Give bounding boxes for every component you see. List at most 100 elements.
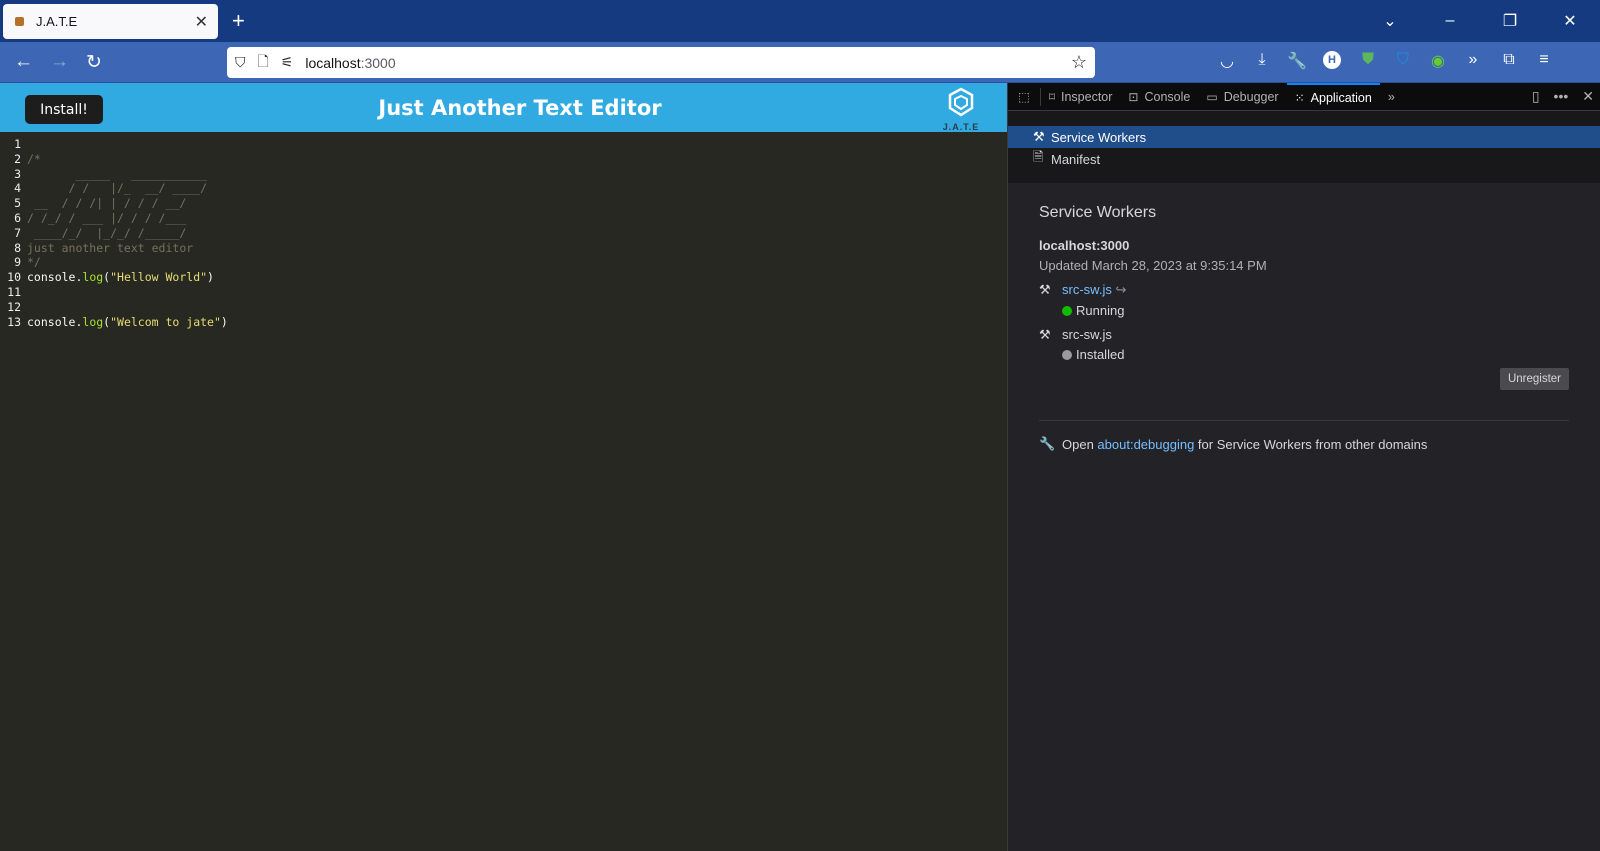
tab-debugger[interactable]: ▭ Debugger — [1198, 83, 1286, 111]
code-token: ) — [207, 270, 214, 285]
file-icon: 🗎 — [1033, 149, 1044, 164]
service-workers-page: Service Workers localhost:3000 Updated M… — [1008, 183, 1600, 452]
logo-caption: J.A.T.E — [942, 122, 980, 132]
menu-icon[interactable]: ≡ — [1534, 51, 1554, 69]
code-editor[interactable]: 1 2/* 3 _____ ___________ 4 / / |/_ __/ ___… — [0, 132, 1007, 329]
code-token: log — [82, 270, 104, 285]
code-line: 11 — [0, 285, 1007, 300]
about-debugging-link[interactable]: about:debugging — [1097, 437, 1194, 452]
page-title: Service Workers — [1039, 204, 1157, 221]
tab-inspector[interactable]: ⌑ Inspector — [1041, 83, 1121, 111]
extension-h-icon[interactable]: H — [1323, 51, 1341, 69]
code-line: 8 just another text editor — [0, 241, 1007, 256]
devtools-panel: ⬚ ⌑ Inspector ⊡ Console ▭ Debugger ⁙ Applica… — [1007, 82, 1600, 851]
tab-label: Inspector — [1060, 89, 1113, 104]
unregister-button[interactable]: Unregister — [1499, 368, 1569, 390]
code-line: 13 console. log("Welcom to jate") — [0, 315, 1007, 330]
application-sidebar: ⚒ Service Workers 🗎 Manifest — [1008, 111, 1600, 183]
code-line: 3 _____ ___________ — [0, 167, 1007, 182]
code-line: 4 / / |/_ __/ ____/ — [0, 181, 1007, 196]
line-number: 4 — [14, 181, 21, 196]
url-bar[interactable]: ⛉ 🗋 ⚟ localhost:3000 ☆ — [227, 47, 1095, 78]
worker-entry: ⚒ src-sw.js ↪ Running — [1039, 282, 1569, 318]
browser-tab[interactable]: J.A.T.E ✕ — [3, 4, 218, 39]
list-tabs-icon[interactable]: ⌄ — [1360, 11, 1420, 31]
permissions-icon[interactable]: ⚟ — [281, 54, 294, 71]
code-token: "Hellow World" — [110, 270, 208, 285]
code-token: console. — [27, 270, 83, 285]
shield-icon[interactable]: ⛉ — [235, 54, 246, 71]
more-options-icon[interactable]: ••• — [1554, 88, 1569, 105]
page-icon[interactable]: 🗋 — [258, 51, 269, 75]
updated-timestamp: Updated March 28, 2023 at 9:35:14 PM — [1039, 258, 1267, 273]
bookmark-star-icon[interactable]: ☆ — [1071, 52, 1087, 73]
sidebar-item-manifest[interactable]: 🗎 Manifest — [1008, 148, 1600, 170]
element-picker-icon[interactable]: ⬚ — [1008, 87, 1041, 106]
line-number: 7 — [14, 225, 21, 240]
pocket-icon[interactable]: ◡ — [1217, 51, 1237, 71]
url-port: :3000 — [360, 54, 396, 71]
close-devtools-icon[interactable]: ✕ — [1582, 88, 1594, 105]
code-token: ____/_/ |_/_/ /_____/ — [27, 225, 187, 240]
nav-bar: ← → ↻ ⛉ 🗋 ⚟ localhost:3000 ☆ ◡ ⤓ 🔧 H ⛊ ⛉… — [0, 42, 1600, 83]
debugger-icon: ▭ — [1206, 89, 1218, 104]
restore-icon[interactable]: ❐ — [1480, 11, 1540, 31]
tab-strip: J.A.T.E ✕ + ⌄ – ❐ ✕ — [0, 0, 1600, 42]
tab-application[interactable]: ⁙ Application — [1286, 82, 1380, 111]
adguard-icon[interactable]: ⛊ — [1358, 51, 1378, 69]
sidebar-item-service-workers[interactable]: ⚒ Service Workers — [1008, 126, 1600, 148]
more-tabs-icon[interactable]: » — [1380, 83, 1403, 111]
jate-logo: J.A.T.E — [938, 87, 984, 132]
close-tab-icon[interactable]: ✕ — [195, 12, 208, 32]
extensions-icon[interactable]: ⧉ — [1499, 51, 1519, 69]
bitwarden-icon[interactable]: ⛉ — [1393, 51, 1413, 69]
code-line: 1 — [0, 137, 1007, 152]
code-token: "Welcom to jate" — [110, 314, 221, 329]
divider — [1039, 420, 1569, 421]
wrench-icon: 🔧 — [1039, 436, 1056, 451]
code-token: __ / / /| | / / / __/ — [27, 196, 187, 211]
new-tab-button[interactable]: + — [232, 8, 245, 34]
worker-source-link[interactable]: src-sw.js — [1062, 282, 1112, 297]
worker-status: Installed — [1076, 347, 1125, 362]
favicon-icon — [15, 17, 24, 26]
open-source-icon[interactable]: ↪ — [1115, 282, 1126, 297]
footer-text: for Service Workers from other domains — [1194, 436, 1428, 452]
status-dot-icon — [1062, 305, 1072, 316]
line-number: 13 — [7, 314, 21, 329]
code-line: 7 ____/_/ |_/_/ /_____/ — [0, 226, 1007, 241]
jate-app: Install! Just Another Text Editor J.A.T.… — [0, 83, 1007, 851]
downloads-icon[interactable]: ⤓ — [1252, 51, 1272, 69]
worker-status: Running — [1076, 303, 1125, 318]
forward-icon[interactable]: → — [50, 51, 69, 73]
responsive-mode-icon[interactable]: ▯ — [1532, 88, 1540, 105]
line-number: 11 — [7, 284, 21, 299]
code-line: 2 /* — [0, 152, 1007, 167]
worker-source: src-sw.js — [1062, 327, 1112, 342]
code-token: / /_/ / ___ |/ / / /___ — [27, 210, 187, 225]
code-token: /* — [27, 151, 41, 166]
sidebar-item-label: Manifest — [1051, 151, 1101, 167]
line-number: 6 — [14, 210, 21, 225]
wrench-icon[interactable]: 🔧 — [1287, 51, 1307, 71]
globe-extension-icon[interactable]: ◉ — [1428, 51, 1448, 71]
status-dot-icon — [1062, 349, 1072, 360]
tab-console[interactable]: ⊡ Console — [1120, 83, 1198, 111]
tab-title: J.A.T.E — [36, 14, 78, 29]
footer-text: Open — [1062, 436, 1098, 452]
close-window-icon[interactable]: ✕ — [1540, 11, 1600, 31]
code-token: / / |/_ __/ ____/ — [27, 181, 208, 196]
more-extensions-icon[interactable]: » — [1463, 51, 1483, 69]
code-token: */ — [27, 255, 41, 270]
hammer-pick-icon: ⚒ — [1039, 327, 1051, 342]
code-token: ) — [220, 314, 228, 329]
line-number: 9 — [14, 255, 21, 270]
app-header: Install! Just Another Text Editor J.A.T.… — [0, 83, 1007, 132]
line-number: 5 — [14, 196, 21, 211]
sidebar-item-label: Service Workers — [1051, 129, 1147, 145]
code-line: 10 console. log("Hellow World") — [0, 270, 1007, 285]
back-icon[interactable]: ← — [14, 51, 33, 73]
code-token: ( — [103, 270, 111, 285]
reload-icon[interactable]: ↻ — [86, 51, 102, 74]
minimize-icon[interactable]: – — [1420, 12, 1480, 30]
